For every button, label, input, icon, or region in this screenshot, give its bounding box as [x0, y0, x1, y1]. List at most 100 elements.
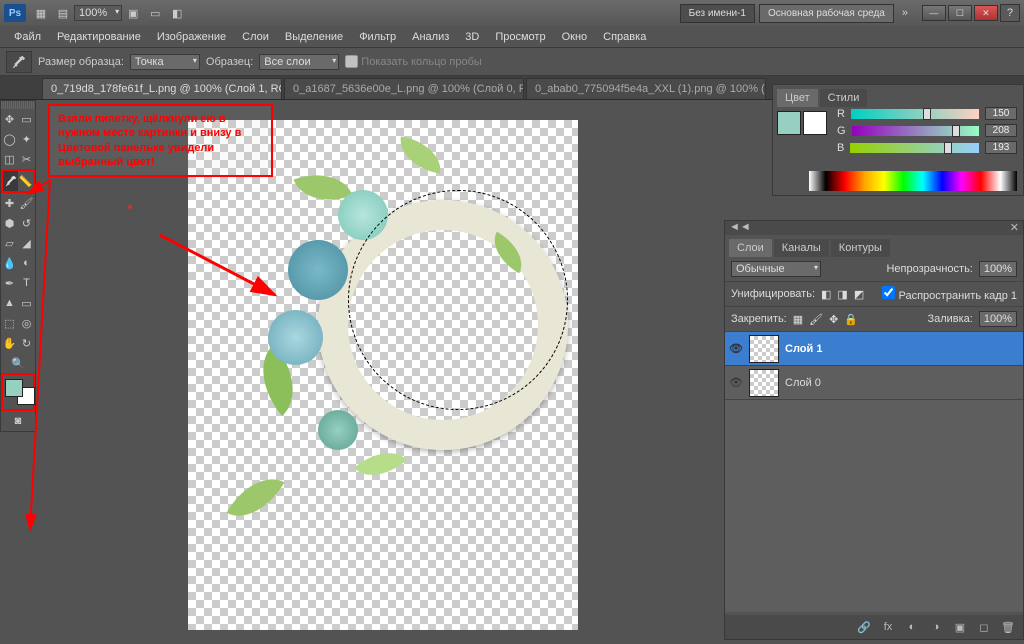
minimize-button[interactable]: —	[922, 5, 946, 21]
arrange-icon[interactable]: ◧	[168, 4, 186, 22]
document-tab[interactable]: 0_abab0_775094f5e4a_XXL (1).png @ 100% (…	[526, 78, 766, 99]
background-swatch[interactable]	[803, 111, 827, 135]
unify-visibility-icon[interactable]: ◨	[837, 288, 847, 301]
menu-filter[interactable]: Фильтр	[351, 28, 404, 46]
menu-edit[interactable]: Редактирование	[49, 28, 149, 46]
menu-layer[interactable]: Слои	[234, 28, 277, 46]
b-slider[interactable]	[850, 143, 979, 153]
menu-image[interactable]: Изображение	[149, 28, 234, 46]
g-slider[interactable]	[852, 126, 979, 136]
pen-tool[interactable]: ✒	[1, 273, 18, 293]
tab-paths[interactable]: Контуры	[831, 239, 890, 257]
fill-input[interactable]: 100%	[979, 311, 1017, 327]
tab-channels[interactable]: Каналы	[774, 239, 829, 257]
sample-size-select[interactable]: Точка	[130, 54, 200, 70]
close-button[interactable]: ✕	[974, 5, 998, 21]
tab-swatches[interactable]: Стили	[820, 89, 868, 107]
move-tool[interactable]: ✥	[1, 109, 18, 129]
b-input[interactable]	[985, 141, 1017, 154]
group-icon[interactable]: ▣	[953, 621, 967, 634]
quick-mask-tool[interactable]: ◙	[1, 411, 35, 431]
eyedropper-tool[interactable]	[3, 171, 18, 191]
lock-transparency-icon[interactable]: ▦	[793, 313, 803, 326]
sample-layers-select[interactable]: Все слои	[259, 54, 339, 70]
ruler-tool[interactable]: 📏	[18, 171, 33, 191]
path-select-tool[interactable]: ▲	[1, 293, 18, 313]
layer-name[interactable]: Слой 1	[785, 343, 822, 355]
show-sampling-ring-checkbox[interactable]: Показать кольцо пробы	[345, 55, 482, 68]
crop-tool[interactable]: ◫	[1, 149, 18, 169]
lock-all-icon[interactable]: 🔒	[844, 313, 858, 326]
layer-row[interactable]: 👁 Слой 0	[725, 366, 1023, 400]
wand-tool[interactable]: ✦	[18, 129, 35, 149]
layer-style-icon[interactable]: fx	[881, 621, 895, 633]
app-logo: Ps	[4, 4, 26, 22]
lock-position-icon[interactable]: ✥	[829, 313, 838, 326]
3d-tool[interactable]: ⬚	[1, 313, 18, 333]
color-swatches[interactable]	[3, 377, 37, 407]
layer-row[interactable]: 👁 Слой 1	[725, 332, 1023, 366]
panel-close-icon[interactable]: ✕	[1010, 221, 1019, 235]
lock-pixels-icon[interactable]: 🖌	[809, 313, 823, 326]
workspace-switcher[interactable]: Основная рабочая среда	[759, 4, 894, 23]
layer-thumbnail[interactable]	[749, 335, 779, 363]
mini-bridge-icon[interactable]: ▤	[54, 4, 72, 22]
zoom-level[interactable]: 100%	[74, 5, 122, 21]
tab-layers[interactable]: Слои	[729, 239, 772, 257]
menu-file[interactable]: Файл	[6, 28, 49, 46]
menu-select[interactable]: Выделение	[277, 28, 351, 46]
document-tab[interactable]: 0_a1687_5636e00e_L.png @ 100% (Слой 0, R…	[284, 78, 524, 99]
tab-color[interactable]: Цвет	[777, 89, 818, 107]
document-tab-active[interactable]: 0_719d8_178fe61f_L.png @ 100% (Слой 1, R…	[42, 78, 282, 99]
opacity-input[interactable]: 100%	[979, 261, 1017, 277]
zoom-tool[interactable]: 🔍	[1, 353, 35, 373]
brush-tool[interactable]: 🖌	[18, 193, 35, 213]
lasso-tool[interactable]: ◯	[1, 129, 18, 149]
g-input[interactable]	[985, 124, 1017, 137]
layer-thumbnail[interactable]	[749, 369, 779, 397]
gradient-tool[interactable]: ◢	[18, 233, 35, 253]
rotate-view-tool[interactable]: ↻	[18, 333, 35, 353]
cs-live-button[interactable]: ?	[1000, 4, 1020, 22]
stamp-tool[interactable]: ⬢	[1, 213, 18, 233]
propagate-checkbox[interactable]: Распространить кадр 1	[882, 286, 1017, 302]
menu-view[interactable]: Просмотр	[487, 28, 553, 46]
menu-window[interactable]: Окно	[554, 28, 596, 46]
unify-position-icon[interactable]: ◧	[821, 288, 831, 301]
menu-3d[interactable]: 3D	[457, 28, 487, 46]
blur-tool[interactable]: 💧	[1, 253, 18, 273]
foreground-swatch[interactable]	[777, 111, 801, 135]
visibility-icon[interactable]: 👁	[729, 376, 743, 390]
adjustment-layer-icon[interactable]: ◑	[929, 621, 943, 633]
menu-help[interactable]: Справка	[595, 28, 654, 46]
link-layers-icon[interactable]: 🔗	[857, 621, 871, 634]
r-slider[interactable]	[851, 109, 979, 119]
3d-camera-tool[interactable]: ◎	[18, 313, 35, 333]
bridge-icon[interactable]: ▦	[32, 4, 50, 22]
slice-tool[interactable]: ✂	[18, 149, 35, 169]
blend-mode-select[interactable]: Обычные	[731, 261, 821, 277]
new-layer-icon[interactable]: ◻	[977, 621, 991, 634]
type-tool[interactable]: T	[18, 273, 35, 293]
layer-name[interactable]: Слой 0	[785, 377, 821, 389]
layer-mask-icon[interactable]: ◐	[905, 621, 919, 633]
delete-layer-icon[interactable]: 🗑	[1001, 621, 1015, 634]
foreground-color[interactable]	[5, 379, 23, 397]
maximize-button[interactable]: ☐	[948, 5, 972, 21]
view-extras-icon[interactable]: ▣	[124, 4, 142, 22]
r-input[interactable]	[985, 107, 1017, 120]
menu-analysis[interactable]: Анализ	[404, 28, 457, 46]
eraser-tool[interactable]: ▱	[1, 233, 18, 253]
expand-icon[interactable]: »	[896, 4, 914, 22]
hand-tool[interactable]: ✋	[1, 333, 18, 353]
spectrum-ramp[interactable]	[809, 171, 1017, 191]
shape-tool[interactable]: ▭	[18, 293, 35, 313]
healing-tool[interactable]: ✚	[1, 193, 18, 213]
unify-style-icon[interactable]: ◩	[854, 288, 864, 301]
marquee-tool[interactable]: ▭	[18, 109, 35, 129]
screen-mode-icon[interactable]: ▭	[146, 4, 164, 22]
visibility-icon[interactable]: 👁	[729, 342, 743, 356]
history-brush-tool[interactable]: ↺	[18, 213, 35, 233]
dodge-tool[interactable]: ◐	[18, 253, 35, 273]
current-tool-indicator[interactable]	[6, 51, 32, 73]
